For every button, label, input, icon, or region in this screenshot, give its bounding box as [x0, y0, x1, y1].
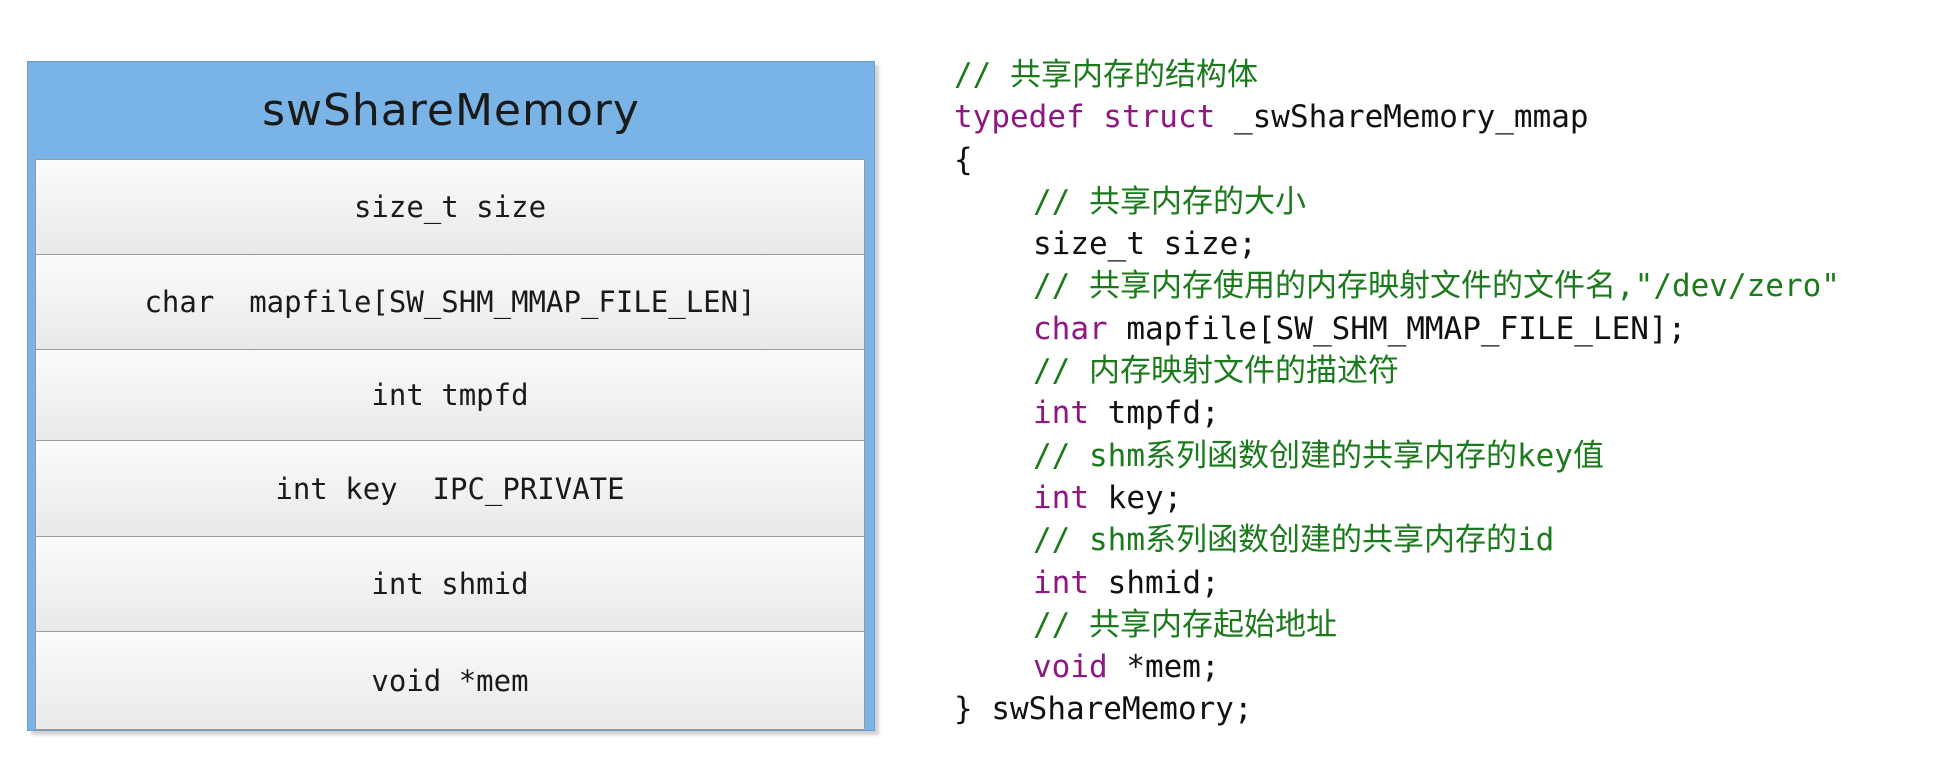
code-line-mem: void *mem;	[954, 646, 1840, 688]
code-comment: // 共享内存使用的内存映射文件的文件名,"/dev/zero"	[1033, 268, 1840, 305]
field-tmpfd: int tmpfd	[35, 349, 865, 441]
field-key: int key IPC_PRIVATE	[35, 440, 865, 537]
code-mapfile-decl: mapfile[SW_SHM_MMAP_FILE_LEN];	[1107, 310, 1687, 347]
code-open-brace: {	[954, 141, 973, 178]
code-line-comment-tmpfd: // 内存映射文件的描述符	[954, 350, 1840, 392]
code-mem-decl: *mem;	[1107, 649, 1220, 686]
code-line-comment-mapfile: // 共享内存使用的内存映射文件的文件名,"/dev/zero"	[954, 265, 1840, 307]
code-line-mapfile: char mapfile[SW_SHM_MMAP_FILE_LEN];	[954, 308, 1840, 350]
code-keyword: int	[1033, 479, 1089, 516]
code-comment: // shm系列函数创建的共享内存的id	[1033, 522, 1555, 559]
field-mapfile: char mapfile[SW_SHM_MMAP_FILE_LEN]	[35, 254, 865, 350]
code-line-comment-struct: // 共享内存的结构体	[954, 54, 1840, 96]
code-line-comment-mem: // 共享内存起始地址	[954, 604, 1840, 646]
code-line-size: size_t size;	[954, 223, 1840, 265]
code-line-key: int key;	[954, 477, 1840, 519]
code-line-typedef: typedef struct _swShareMemory_mmap	[954, 96, 1840, 138]
code-line-shmid: int shmid;	[954, 562, 1840, 604]
code-keyword: int	[1033, 564, 1089, 601]
code-comment: // 共享内存的大小	[1033, 183, 1306, 220]
struct-diagram: swShareMemory size_t size char mapfile[S…	[27, 61, 875, 731]
code-comment: // shm系列函数创建的共享内存的key值	[1033, 437, 1604, 474]
code-comment: // 内存映射文件的描述符	[1033, 353, 1399, 390]
field-mem: void *mem	[35, 631, 865, 730]
code-line-comment-size: // 共享内存的大小	[954, 181, 1840, 223]
code-tmpfd-decl: tmpfd;	[1089, 395, 1220, 432]
code-size-decl: size_t size;	[1033, 226, 1257, 263]
struct-title: swShareMemory	[262, 85, 640, 136]
code-block: // 共享内存的结构体 typedef struct _swShareMemor…	[954, 54, 1840, 731]
field-size: size_t size	[35, 159, 865, 255]
code-keyword: void	[1033, 649, 1108, 686]
code-line-comment-key: // shm系列函数创建的共享内存的key值	[954, 435, 1840, 477]
struct-fields: size_t size char mapfile[SW_SHM_MMAP_FIL…	[35, 159, 865, 730]
code-key-decl: key;	[1089, 479, 1183, 516]
field-shmid: int shmid	[35, 536, 865, 632]
code-struct-name: _swShareMemory_mmap	[1215, 99, 1589, 136]
code-line-close: } swShareMemory;	[954, 688, 1840, 730]
code-line-comment-shmid: // shm系列函数创建的共享内存的id	[954, 519, 1840, 561]
code-keyword: typedef struct	[954, 99, 1216, 136]
code-keyword: char	[1033, 310, 1108, 347]
code-keyword: int	[1033, 395, 1089, 432]
code-comment: // 共享内存的结构体	[954, 57, 1258, 93]
code-line-open-brace: {	[954, 139, 1840, 181]
code-comment: // 共享内存起始地址	[1033, 606, 1337, 643]
code-close-brace: } swShareMemory;	[954, 691, 1253, 728]
code-line-tmpfd: int tmpfd;	[954, 392, 1840, 434]
code-shmid-decl: shmid;	[1089, 564, 1220, 601]
